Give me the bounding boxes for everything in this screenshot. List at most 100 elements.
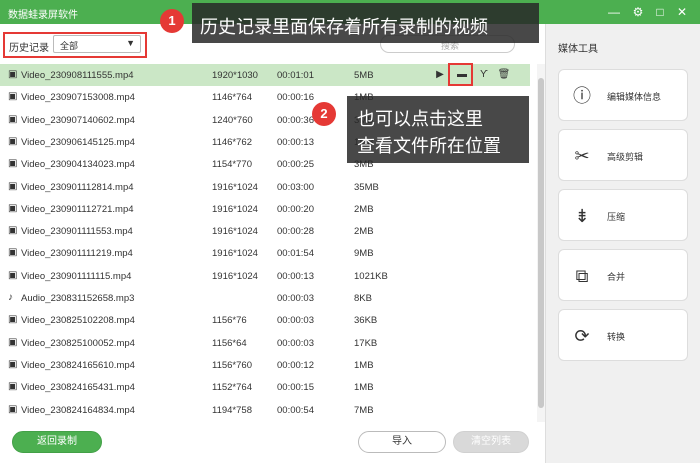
- file-size: 35MB: [354, 181, 379, 193]
- file-duration: 00:01:01: [277, 70, 314, 81]
- file-row[interactable]: ▣ Video_230825102208.mp4 1156*76 00:00:03 36…: [0, 309, 530, 331]
- file-resolution: 1916*1024: [212, 270, 258, 282]
- file-duration: 00:03:00: [277, 181, 314, 193]
- convert-button[interactable]: ⟳ 转换: [558, 309, 688, 361]
- edit-media-info-button[interactable]: ⓘ 编辑媒体信息: [558, 69, 688, 121]
- file-row[interactable]: ▣ Video_230901111115.mp4 1916*1024 00:00:13…: [0, 265, 530, 287]
- merge-button[interactable]: ⧉ 合并: [558, 249, 688, 301]
- file-name: Video_230824165610.mp4: [21, 359, 135, 371]
- file-name: Video_230901111553.mp4: [21, 226, 133, 238]
- trash-icon[interactable]: 🗑: [496, 67, 512, 83]
- file-duration: 00:00:12: [277, 359, 314, 371]
- file-row[interactable]: ▣ Video_230824165610.mp4 1156*760 00:00:12 1…: [0, 354, 530, 376]
- callout-text: 历史记录里面保存着所有录制的视频: [200, 17, 488, 37]
- file-resolution: 1156*76: [212, 315, 247, 327]
- convert-icon: ⟳: [574, 326, 590, 346]
- filter-selected-value: 全部: [60, 41, 79, 51]
- advanced-edit-button[interactable]: ✂ 高级剪辑: [558, 129, 688, 181]
- scissors-icon: ✂: [574, 146, 590, 166]
- video-file-icon: ▣: [8, 69, 18, 80]
- file-duration: 00:00:13: [277, 270, 314, 282]
- file-resolution: 1154*770: [212, 159, 252, 171]
- play-icon[interactable]: ▶: [432, 67, 448, 83]
- file-name: Video_230908111555.mp4: [21, 70, 134, 81]
- file-name: Video_230824165431.mp4: [21, 382, 135, 394]
- file-row[interactable]: ▣ Video_230901111219.mp4 1916*1024 00:01:54…: [0, 242, 530, 264]
- file-name: Video_230907153008.mp4: [21, 92, 135, 104]
- file-resolution: 1916*1024: [212, 203, 258, 215]
- file-name: Video_230901112721.mp4: [21, 203, 134, 215]
- file-row[interactable]: ▣ Video_230825100052.mp4 1156*64 00:00:03 17…: [0, 332, 530, 354]
- file-size: 1MB: [354, 382, 374, 394]
- file-size: 17KB: [354, 337, 378, 349]
- file-row[interactable]: ▣ Video_230901112721.mp4 1916*1024 00:00:20…: [0, 198, 530, 220]
- file-name: Audio_230831152658.mp3: [21, 293, 135, 304]
- file-list-scrollbar[interactable]: [537, 64, 545, 422]
- file-duration: 00:00:03: [277, 315, 314, 327]
- wrench-icon[interactable]: Ƴ: [476, 67, 492, 83]
- clear-list-button[interactable]: 清空列表: [453, 431, 529, 453]
- file-name: Video_230901112814.mp4: [21, 181, 134, 193]
- file-resolution: 1916*1024: [212, 226, 258, 238]
- history-filter-label: 历史记录: [9, 43, 49, 54]
- chevron-down-icon: ▼: [126, 38, 135, 48]
- file-name: Video_230824164834.mp4: [21, 404, 135, 416]
- video-file-icon: ▣: [8, 358, 18, 370]
- tutorial-callout-1: 历史记录里面保存着所有录制的视频: [192, 3, 539, 43]
- compress-button[interactable]: ⇟ 压缩: [558, 189, 688, 241]
- file-name: Video_230907140602.mp4: [21, 114, 135, 126]
- file-duration: 00:00:20: [277, 203, 314, 215]
- video-file-icon: ▣: [8, 158, 18, 170]
- file-name: Video_230906145125.mp4: [21, 136, 135, 148]
- video-file-icon: ▣: [8, 269, 18, 281]
- file-duration: 00:00:03: [277, 337, 314, 349]
- file-row[interactable]: ▣ Video_230824165431.mp4 1152*764 00:00:15 1…: [0, 376, 530, 398]
- scrollbar-thumb[interactable]: [538, 78, 544, 408]
- file-name: Video_230825100052.mp4: [21, 337, 135, 349]
- file-size: 1MB: [354, 359, 374, 371]
- back-to-record-button[interactable]: 返回录制: [12, 431, 102, 453]
- video-file-icon: ▣: [8, 247, 18, 259]
- history-filter-select[interactable]: 全部 ▼: [53, 35, 141, 53]
- file-resolution: 1146*762: [212, 136, 252, 148]
- file-duration: 00:00:28: [277, 226, 314, 238]
- video-file-icon: ▣: [8, 381, 18, 393]
- maximize-icon[interactable]: □: [650, 2, 670, 22]
- step-badge-1: 1: [160, 9, 184, 33]
- file-resolution: 1916*1024: [212, 248, 258, 260]
- minimize-icon[interactable]: —: [604, 2, 624, 22]
- video-file-icon: ▣: [8, 113, 18, 125]
- file-row[interactable]: ▣ Video_230901111553.mp4 1916*1024 00:00:28…: [0, 220, 530, 242]
- file-name: Video_230901111219.mp4: [21, 248, 133, 260]
- media-tools-title: 媒体工具: [558, 44, 598, 55]
- close-icon[interactable]: ✕: [672, 2, 692, 22]
- callout-text-line1: 也可以点击这里: [357, 109, 483, 129]
- file-row[interactable]: ♪ Audio_230831152658.mp3 00:00:03 8KB: [0, 287, 530, 309]
- file-size: 36KB: [354, 315, 378, 327]
- info-icon: ⓘ: [573, 86, 591, 106]
- compress-icon: ⇟: [574, 206, 590, 226]
- file-row[interactable]: ▣ Video_230901112814.mp4 1916*1024 00:03:00…: [0, 176, 530, 198]
- file-resolution: 1920*1030: [212, 70, 258, 81]
- video-file-icon: ▣: [8, 403, 18, 415]
- video-file-icon: ▣: [8, 202, 18, 214]
- file-duration: 00:00:25: [277, 159, 314, 171]
- file-duration: 00:00:15: [277, 382, 314, 394]
- merge-icon: ⧉: [575, 266, 589, 286]
- folder-highlight-box: [448, 63, 473, 86]
- tool-label: 压缩: [607, 212, 626, 222]
- file-row[interactable]: ▣ Video_230824164834.mp4 1194*758 00:00:54 7…: [0, 399, 530, 421]
- app-title: 数据蛙录屏软件: [8, 10, 78, 21]
- file-duration: 00:00:36: [277, 114, 314, 126]
- tutorial-callout-2: 也可以点击这里 查看文件所在位置: [347, 96, 529, 163]
- import-button[interactable]: 导入: [358, 431, 446, 453]
- callout-text-line2: 查看文件所在位置: [357, 136, 501, 156]
- audio-file-icon: ♪: [8, 292, 13, 303]
- file-size: 1021KB: [354, 270, 388, 282]
- settings-icon[interactable]: ⚙: [628, 2, 648, 22]
- file-duration: 00:01:54: [277, 248, 314, 260]
- file-duration: 00:00:13: [277, 136, 314, 148]
- file-resolution: 1146*764: [212, 92, 252, 104]
- file-size: 7MB: [354, 404, 374, 416]
- file-size: 9MB: [354, 248, 374, 260]
